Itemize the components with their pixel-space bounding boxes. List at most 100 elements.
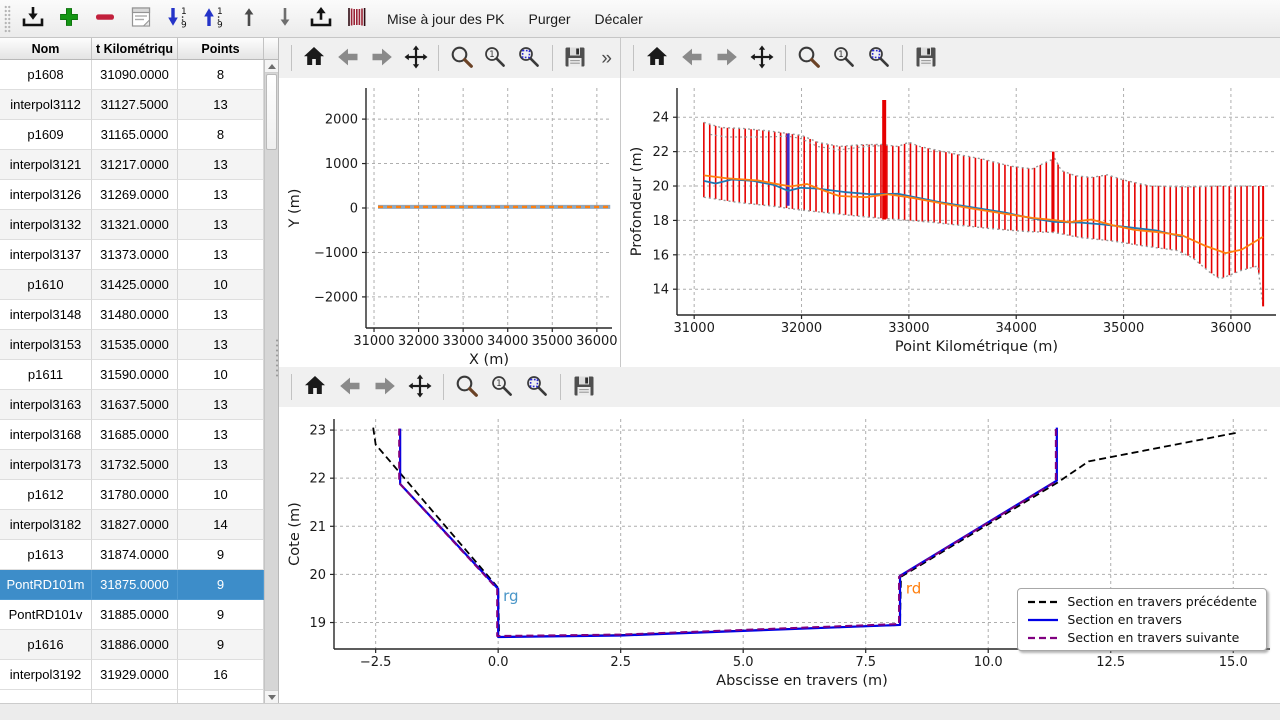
table-header: Nom t Kilométriqu Points: [0, 38, 278, 60]
profile-chart-canvas[interactable]: 3100032000330003400035000360001416182022…: [621, 78, 1279, 367]
import-button[interactable]: [16, 3, 50, 35]
table-row[interactable]: p161131590.000010: [0, 360, 264, 390]
zoom-fit-icon: [866, 44, 892, 73]
table-row[interactable]: p161331874.00009: [0, 540, 264, 570]
zoom-fit-button[interactable]: [514, 42, 545, 74]
notes-button[interactable]: [124, 3, 158, 35]
zoom-fit-button[interactable]: [863, 42, 895, 74]
forward-icon: [372, 373, 398, 402]
save-button[interactable]: [560, 42, 591, 74]
svg-text:19: 19: [309, 616, 326, 631]
table-cell: p1609: [0, 120, 92, 150]
back-button[interactable]: [333, 42, 364, 74]
forward-button[interactable]: [367, 42, 398, 74]
toolbar-overflow-chevron[interactable]: »: [601, 49, 612, 68]
table-row[interactable]: interpol311231127.500013: [0, 90, 264, 120]
remove-button[interactable]: [88, 3, 122, 35]
forward-icon: [714, 44, 740, 73]
table-cell: 13: [178, 210, 264, 240]
table-row[interactable]: PontRD101m31875.00009: [0, 570, 264, 600]
svg-text:32000: 32000: [398, 334, 439, 349]
home-button[interactable]: [641, 42, 673, 74]
section-chart-panel: 1 rgrd−2.50.02.55.07.510.012.515.0192021…: [279, 367, 1280, 703]
zoom-button[interactable]: [793, 42, 825, 74]
pan-icon: [403, 44, 429, 73]
svg-text:31000: 31000: [353, 334, 394, 349]
table-cell: 31885.0000: [92, 600, 178, 630]
table-cell: 9: [178, 630, 264, 660]
zoom-button[interactable]: [451, 371, 483, 403]
sections-button[interactable]: [340, 3, 374, 35]
table-row[interactable]: interpol312631269.000013: [0, 180, 264, 210]
save-icon: [571, 373, 597, 402]
column-header-point-kilometrique[interactable]: t Kilométriqu: [92, 38, 178, 59]
svg-text:22: 22: [309, 472, 326, 487]
pan-icon: [749, 44, 775, 73]
table-cell: 10: [178, 480, 264, 510]
table-row[interactable]: interpol317331732.500013: [0, 450, 264, 480]
table-row[interactable]: p160831090.00008: [0, 60, 264, 90]
table-cell: 31269.0000: [92, 180, 178, 210]
zoom-one-button[interactable]: 1: [480, 42, 511, 74]
table-cell: 9: [178, 570, 264, 600]
table-row[interactable]: interpol319231929.000016: [0, 660, 264, 690]
zoom-one-button[interactable]: 1: [486, 371, 518, 403]
pan-button[interactable]: [746, 42, 778, 74]
save-button[interactable]: [910, 42, 942, 74]
purger-button[interactable]: Purger: [518, 4, 582, 34]
column-header-points[interactable]: Points: [178, 38, 264, 59]
table-row[interactable]: interpol313231321.000013: [0, 210, 264, 240]
home-button[interactable]: [299, 371, 331, 403]
table-cell: 31321.0000: [92, 210, 178, 240]
scroll-down-button[interactable]: [265, 690, 278, 703]
table-scrollbar[interactable]: [264, 60, 278, 703]
table-row[interactable]: p161031425.000010: [0, 270, 264, 300]
decaler-button[interactable]: Décaler: [584, 4, 654, 34]
table-row[interactable]: interpol314831480.000013: [0, 300, 264, 330]
profile-chart-toolbar: 1: [621, 38, 1280, 78]
table-row[interactable]: p161231780.000010: [0, 480, 264, 510]
home-button[interactable]: [299, 42, 330, 74]
zoom-fit-button[interactable]: [521, 371, 553, 403]
section-chart-canvas[interactable]: rgrd−2.50.02.55.07.510.012.515.019202122…: [279, 407, 1280, 703]
forward-button[interactable]: [369, 371, 401, 403]
zoom-button[interactable]: [446, 42, 477, 74]
export-button[interactable]: [304, 3, 338, 35]
update-pk-button[interactable]: Mise à jour des PK: [376, 4, 516, 34]
table-row[interactable]: interpol312131217.000013: [0, 150, 264, 180]
move-up-button[interactable]: [232, 3, 266, 35]
table-row[interactable]: interpol316831685.000013: [0, 420, 264, 450]
forward-button[interactable]: [711, 42, 743, 74]
legend-entry: Section en travers précédente: [1026, 594, 1257, 609]
add-button[interactable]: [52, 3, 86, 35]
pan-button[interactable]: [400, 42, 431, 74]
svg-text:Cote (m): Cote (m): [287, 502, 303, 566]
table-row[interactable]: interpol316331637.500013: [0, 390, 264, 420]
table-row[interactable]: interpol315331535.000013: [0, 330, 264, 360]
back-icon: [335, 44, 361, 73]
back-button[interactable]: [334, 371, 366, 403]
table-row[interactable]: p160931165.00008: [0, 120, 264, 150]
back-button[interactable]: [676, 42, 708, 74]
table-cell: 31090.0000: [92, 60, 178, 90]
table-row[interactable]: interpol313731373.000013: [0, 240, 264, 270]
column-header-nom[interactable]: Nom: [0, 38, 92, 59]
table-cell: 8: [178, 120, 264, 150]
toolbar-separator: [560, 374, 561, 400]
table-row[interactable]: p161631886.00009: [0, 630, 264, 660]
zoom-one-button[interactable]: 1: [828, 42, 860, 74]
scroll-up-button[interactable]: [265, 60, 278, 73]
table-cell: 31886.0000: [92, 630, 178, 660]
save-button[interactable]: [568, 371, 600, 403]
scrollbar-thumb[interactable]: [266, 74, 277, 150]
table-row[interactable]: interpol318231827.000014: [0, 510, 264, 540]
toolbar-grip[interactable]: [4, 5, 11, 33]
plan-chart-canvas[interactable]: 310003200033000340003500036000−2000−1000…: [279, 78, 620, 367]
move-down-button[interactable]: [268, 3, 302, 35]
pan-button[interactable]: [404, 371, 436, 403]
sort-descending-button[interactable]: 1 9: [160, 3, 194, 35]
toolbar-separator: [633, 45, 634, 71]
sort-ascending-button[interactable]: 1 9: [196, 3, 230, 35]
table-cell: interpol3163: [0, 390, 92, 420]
table-row[interactable]: PontRD101v31885.00009: [0, 600, 264, 630]
